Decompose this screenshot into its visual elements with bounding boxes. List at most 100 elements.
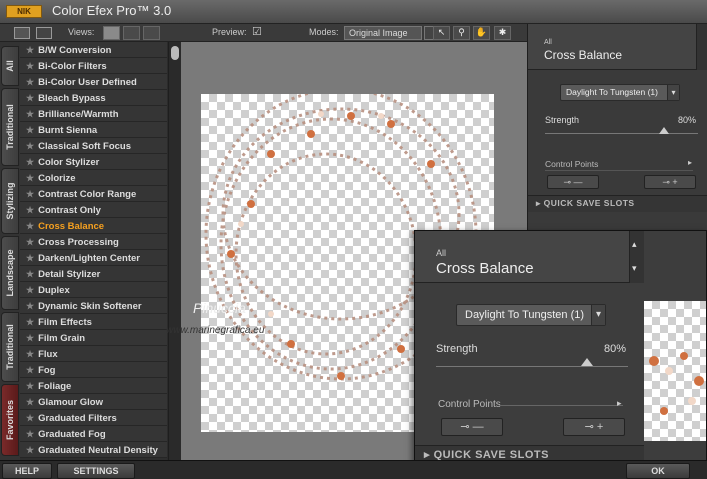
pointer-tool-icon[interactable]: ↖ [433,26,450,40]
popup-remove-control-point-button[interactable]: ⊸ — [441,418,503,436]
mode-select[interactable]: Original Image [344,26,422,40]
tab-traditional[interactable]: Traditional [1,88,19,166]
favorite-star-icon[interactable]: ★ [26,269,34,279]
filter-list-item[interactable]: ★ Foliage [20,378,167,394]
favorite-star-icon[interactable]: ★ [26,61,34,71]
side-by-side-button[interactable] [143,26,160,40]
panel-title: Cross Balance [544,48,623,62]
filter-list-item[interactable]: ★ Burnt Sienna [20,122,167,138]
popup-down-arrow-icon[interactable]: ▾ [632,263,637,274]
ok-button[interactable]: OK [626,463,690,479]
favorite-star-icon[interactable]: ★ [26,445,34,455]
filter-list-item[interactable]: ★ Bi-Color User Defined [20,74,167,90]
filter-list-item[interactable]: ★ Darken/Lighten Center [20,250,167,266]
favorite-star-icon[interactable]: ★ [26,189,34,199]
favorite-star-icon[interactable]: ★ [26,205,34,215]
popup-side-arrows[interactable]: ▴ ▾ [629,231,644,283]
filter-label: Cross Processing [38,237,119,248]
filter-list-item[interactable]: ★ Brilliance/Warmth [20,106,167,122]
favorite-star-icon[interactable]: ★ [26,349,34,359]
filter-list-item[interactable]: ★ Graduated Fog [20,426,167,442]
scrollbar-thumb[interactable] [171,46,179,60]
filter-list-item[interactable]: ★ Contrast Color Range [20,186,167,202]
single-view-button[interactable] [103,26,120,40]
preview-checkbox[interactable]: ☑ [252,25,262,38]
popup-strength-slider[interactable] [436,366,628,367]
filter-list-item[interactable]: ★ Glamour Glow [20,394,167,410]
favorite-star-icon[interactable]: ★ [26,125,34,135]
panel-side-arrows[interactable] [696,24,707,70]
filter-list-item[interactable]: ★ Cross Processing [20,234,167,250]
filter-list-item[interactable]: ★ Flux [20,346,167,362]
filter-list-item[interactable]: ★ Cross Balance [20,218,167,234]
tab-traditional-2[interactable]: Traditional [1,312,19,382]
popup-add-control-point-button[interactable]: ⊸ + [563,418,625,436]
popup-preset-dropdown[interactable]: Daylight To Tungsten (1) ▾ [456,304,606,326]
strength-slider-knob[interactable] [659,127,669,134]
favorite-star-icon[interactable]: ★ [26,157,34,167]
add-control-point-button[interactable]: ⊸ + [644,175,696,189]
favorite-star-icon[interactable]: ★ [26,413,34,423]
filter-list-item[interactable]: ★ Duplex [20,282,167,298]
filter-list-item[interactable]: ★ Bi-Color Filters [20,58,167,74]
split-view-icon[interactable] [36,27,52,39]
light-tool-icon[interactable]: ✱ [494,26,511,40]
filter-list-item[interactable]: ★ Colorize [20,170,167,186]
hand-tool-icon[interactable]: ✋ [473,26,490,40]
filter-list-item[interactable]: ★ Film Effects [20,314,167,330]
tab-stylizing[interactable]: Stylizing [1,168,19,234]
filter-list-item[interactable]: ★ Graduated Filters [20,410,167,426]
zoomed-panel-overlay: All Cross Balance ▴ ▾ Daylight To Tungst… [414,230,707,479]
tab-favorites[interactable]: Favorites [1,384,19,456]
favorite-star-icon[interactable]: ★ [26,429,34,439]
filter-label: Classical Soft Focus [38,141,131,152]
filter-list-item[interactable]: ★ Contrast Only [20,202,167,218]
favorite-star-icon[interactable]: ★ [26,93,34,103]
filter-list-item[interactable]: ★ Detail Stylizer [20,266,167,282]
remove-control-point-button[interactable]: ⊸ — [547,175,599,189]
popup-strength-slider-knob[interactable] [581,358,593,366]
filter-list-item[interactable]: ★ Bleach Bypass [20,90,167,106]
grid-view-icon[interactable] [14,27,30,39]
filter-list-item[interactable]: ★ Classical Soft Focus [20,138,167,154]
filter-list-item[interactable]: ★ Graduated Neutral Density [20,442,167,458]
help-button[interactable]: HELP [2,463,52,479]
filter-label: Dynamic Skin Softener [38,301,142,312]
filter-label: Burnt Sienna [38,125,98,136]
favorite-star-icon[interactable]: ★ [26,381,34,391]
zoom-tool-icon[interactable]: ⚲ [453,26,470,40]
favorite-star-icon[interactable]: ★ [26,109,34,119]
filter-list-item[interactable]: ★ Dynamic Skin Softener [20,298,167,314]
favorite-star-icon[interactable]: ★ [26,317,34,327]
top-toolbar: Views: Preview: ☑ Modes: Original Image … [0,24,527,42]
favorite-star-icon[interactable]: ★ [26,77,34,87]
favorite-star-icon[interactable]: ★ [26,141,34,151]
favorite-star-icon[interactable]: ★ [26,397,34,407]
split-vertical-button[interactable] [123,26,140,40]
quick-save-slots-header[interactable]: ▸ QUICK SAVE SLOTS [528,195,707,212]
category-tabs: All Traditional Stylizing Landscape Trad… [0,42,20,460]
favorite-star-icon[interactable]: ★ [26,173,34,183]
filter-list-item[interactable]: ★ Fog [20,362,167,378]
filter-list-item[interactable]: ★ B/W Conversion [20,42,167,58]
popup-up-arrow-icon[interactable]: ▴ [632,239,637,250]
favorite-star-icon[interactable]: ★ [26,253,34,263]
filter-label: Brilliance/Warmth [38,109,119,120]
favorite-star-icon[interactable]: ★ [26,301,34,311]
favorite-star-icon[interactable]: ★ [26,333,34,343]
favorite-star-icon[interactable]: ★ [26,45,34,55]
strength-slider[interactable] [545,133,698,134]
favorite-star-icon[interactable]: ★ [26,221,34,231]
filter-list-item[interactable]: ★ Color Stylizer [20,154,167,170]
tab-landscape[interactable]: Landscape [1,236,19,310]
favorite-star-icon[interactable]: ★ [26,365,34,375]
favorite-star-icon[interactable]: ★ [26,237,34,247]
popup-expand-arrow-icon[interactable]: ▸ [617,398,622,409]
expand-arrow-icon[interactable]: ▸ [688,158,692,167]
filter-list-scrollbar[interactable] [168,42,180,460]
filter-list-item[interactable]: ★ Film Grain [20,330,167,346]
preset-dropdown[interactable]: Daylight To Tungsten (1) ▾ [560,84,680,101]
tab-all[interactable]: All [1,46,19,86]
settings-button[interactable]: SETTINGS [57,463,135,479]
favorite-star-icon[interactable]: ★ [26,285,34,295]
